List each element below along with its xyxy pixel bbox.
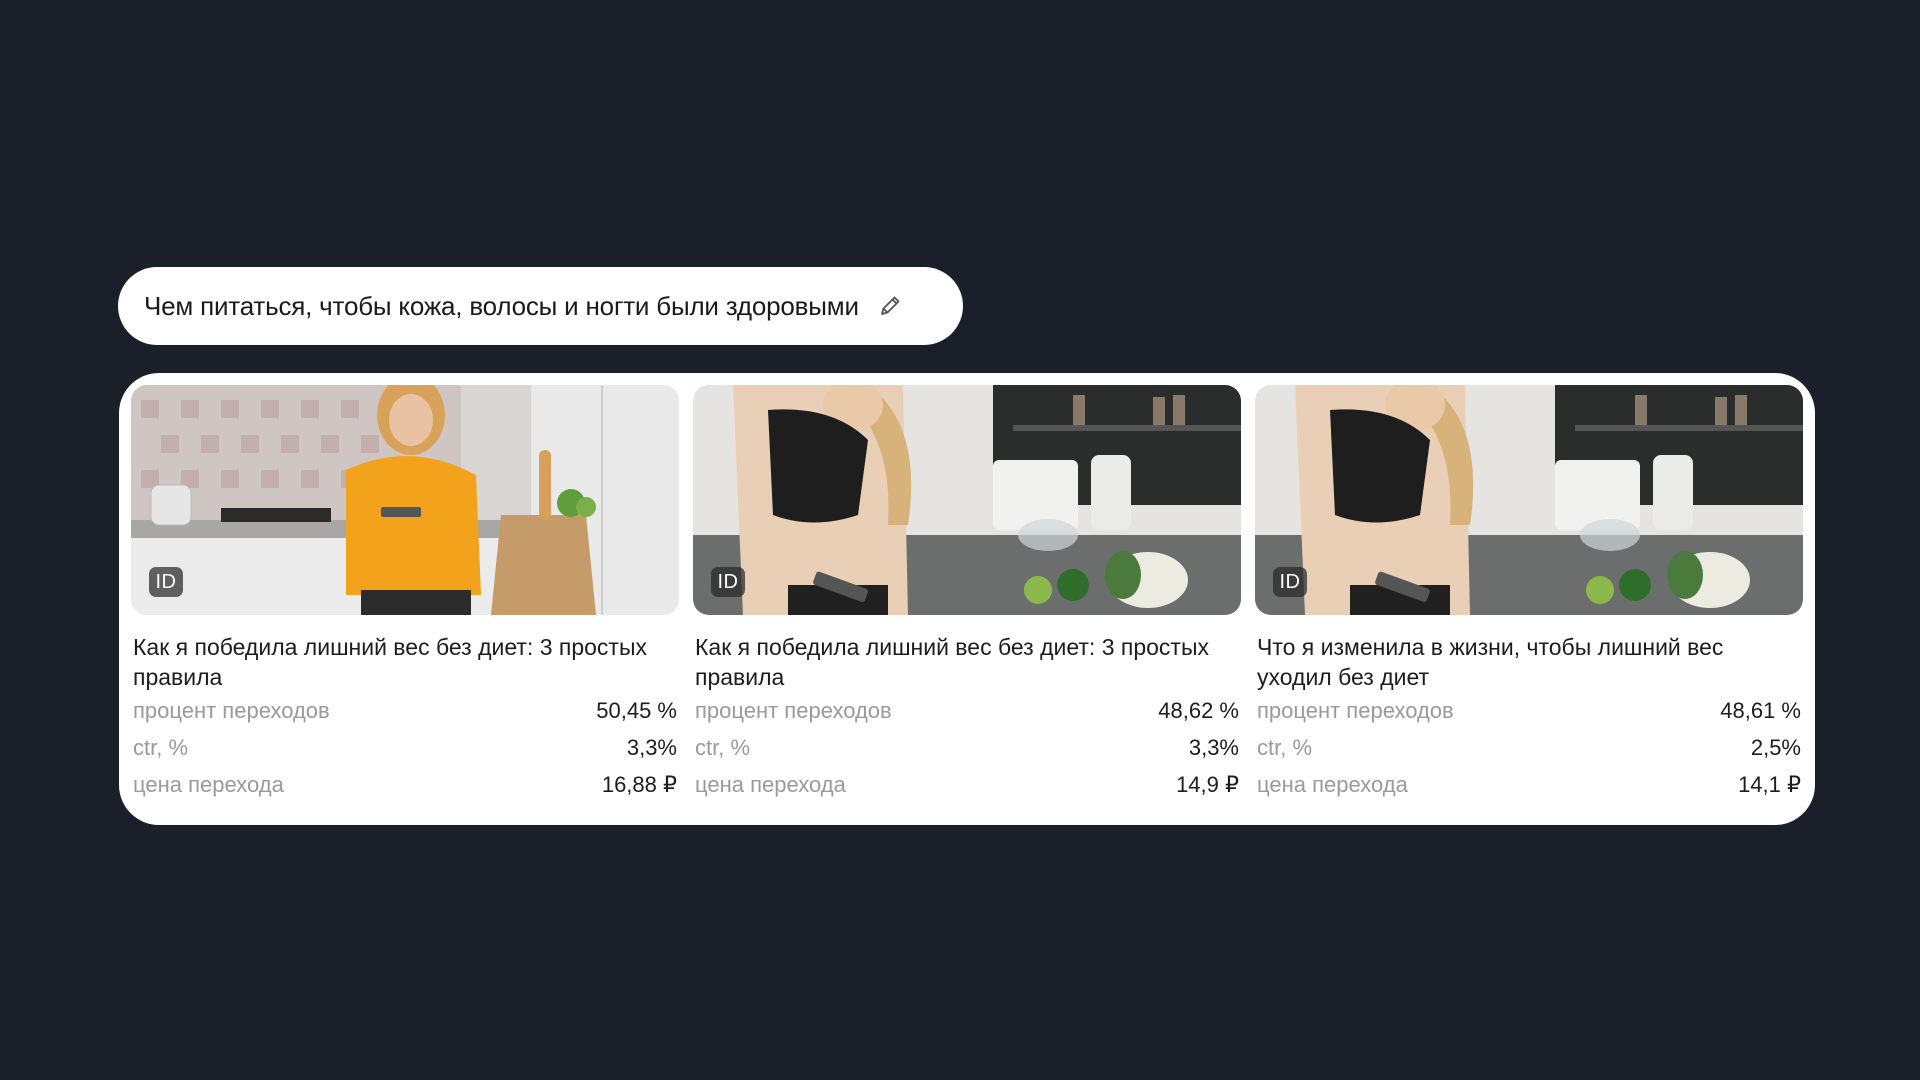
metric-row-ctr: ctr, % 3,3% bbox=[133, 729, 677, 766]
ad-title: Как я победила лишний вес без диет: 3 пр… bbox=[133, 634, 647, 690]
metric-label: цена перехода bbox=[695, 771, 846, 797]
metric-label: процент переходов bbox=[1257, 697, 1454, 723]
metric-value: 2,5% bbox=[1750, 734, 1801, 760]
ad-card[interactable]: ID Как я победила лишний вес без диет: 3… bbox=[693, 385, 1241, 825]
metric-label: ctr, % bbox=[1257, 734, 1313, 760]
ad-image: ID bbox=[693, 385, 1241, 615]
metric-label: цена перехода bbox=[1257, 771, 1408, 797]
query-text: Чем питаться, чтобы кожа, волосы и ногти… bbox=[144, 290, 859, 321]
metric-label: процент переходов bbox=[695, 697, 892, 723]
metric-value: 16,88 ₽ bbox=[601, 771, 677, 797]
ad-card[interactable]: ID Как я победила лишний вес без диет: 3… bbox=[131, 385, 679, 825]
metric-row-click-rate: процент переходов 50,45 % bbox=[133, 692, 677, 729]
metric-row-click-price: цена перехода 14,1 ₽ bbox=[1257, 766, 1801, 803]
ad-image: ID bbox=[1255, 385, 1803, 615]
metric-label: ctr, % bbox=[133, 734, 189, 760]
id-badge: ID bbox=[1273, 567, 1307, 597]
metric-value: 48,62 % bbox=[1158, 697, 1239, 723]
ad-title: Как я победила лишний вес без диет: 3 пр… bbox=[695, 634, 1209, 690]
query-pill[interactable]: Чем питаться, чтобы кожа, волосы и ногти… bbox=[118, 267, 963, 345]
pencil-icon[interactable] bbox=[875, 291, 905, 321]
id-badge: ID bbox=[711, 567, 745, 597]
metric-row-click-price: цена перехода 16,88 ₽ bbox=[133, 766, 677, 803]
ad-title: Что я изменила в жизни, чтобы лишний вес… bbox=[1257, 634, 1724, 690]
screen: Чем питаться, чтобы кожа, волосы и ногти… bbox=[0, 0, 1920, 1080]
metric-row-ctr: ctr, % 3,3% bbox=[695, 729, 1239, 766]
metric-row-click-price: цена перехода 14,9 ₽ bbox=[695, 766, 1239, 803]
metric-value: 3,3% bbox=[1188, 734, 1239, 760]
metric-label: процент переходов bbox=[133, 697, 330, 723]
metric-value: 3,3% bbox=[626, 734, 677, 760]
metric-value: 14,9 ₽ bbox=[1176, 771, 1239, 797]
id-badge: ID bbox=[149, 567, 183, 597]
metric-value: 48,61 % bbox=[1720, 697, 1801, 723]
ad-image: ID bbox=[131, 385, 679, 615]
ad-variants-panel: ID Как я победила лишний вес без диет: 3… bbox=[119, 373, 1815, 825]
metric-row-click-rate: процент переходов 48,61 % bbox=[1257, 692, 1801, 729]
ad-card[interactable]: ID Что я изменила в жизни, чтобы лишний … bbox=[1255, 385, 1803, 825]
metric-row-ctr: ctr, % 2,5% bbox=[1257, 729, 1801, 766]
metric-value: 14,1 ₽ bbox=[1738, 771, 1801, 797]
metric-row-click-rate: процент переходов 48,62 % bbox=[695, 692, 1239, 729]
metric-value: 50,45 % bbox=[596, 697, 677, 723]
metric-label: цена перехода bbox=[133, 771, 284, 797]
metric-label: ctr, % bbox=[695, 734, 751, 760]
